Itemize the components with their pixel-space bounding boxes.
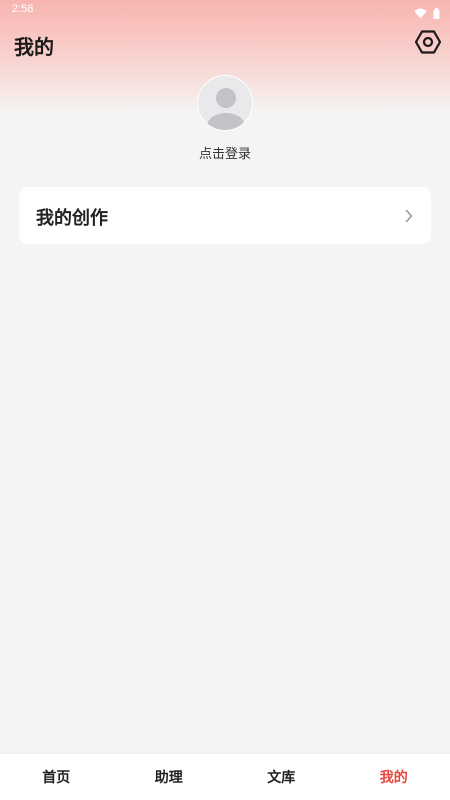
wifi-icon <box>414 4 427 23</box>
tab-home[interactable]: 首页 <box>0 754 113 800</box>
my-creations-item[interactable]: 我的创作 <box>19 187 431 244</box>
status-icons <box>414 4 440 23</box>
status-bar: 2:58 <box>0 0 450 22</box>
page-title: 我的 <box>14 35 54 59</box>
battery-icon <box>433 4 440 23</box>
settings-button[interactable] <box>414 30 442 58</box>
status-time: 2:58 <box>12 3 34 15</box>
settings-icon <box>414 29 442 59</box>
my-creations-label: 我的创作 <box>36 208 108 229</box>
login-link[interactable]: 点击登录 <box>0 143 450 162</box>
chevron-right-icon <box>405 208 413 227</box>
avatar[interactable] <box>197 75 253 131</box>
bottom-nav: 首页 助理 文库 我的 <box>0 753 450 800</box>
tab-mine[interactable]: 我的 <box>338 754 450 800</box>
default-avatar-icon <box>198 88 252 130</box>
tab-library[interactable]: 文库 <box>225 754 338 800</box>
tab-assistant[interactable]: 助理 <box>113 754 226 800</box>
